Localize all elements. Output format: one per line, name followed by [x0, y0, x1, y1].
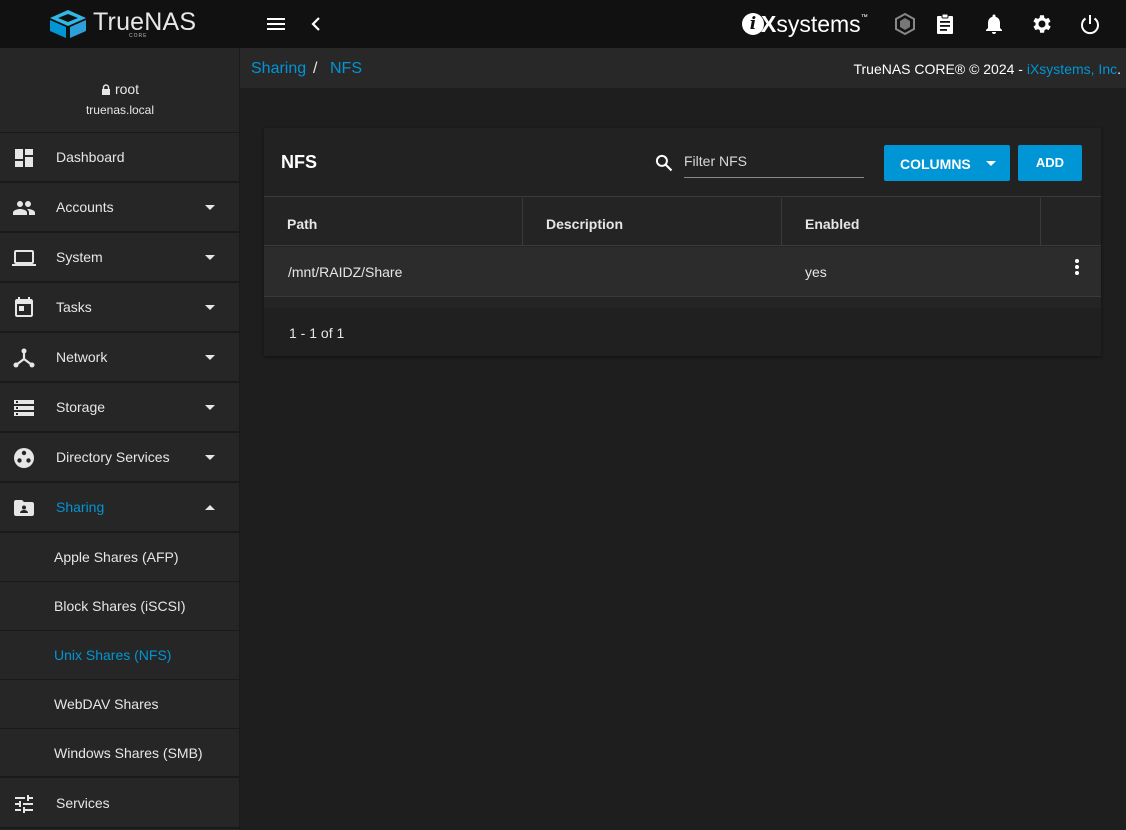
breadcrumb: Sharing / NFS TrueNAS CORE® © 2024 - iXs… [240, 48, 1126, 88]
column-header-path[interactable]: Path [264, 198, 523, 246]
add-button-label: ADD [1035, 155, 1065, 170]
sidebar-subitem-webdav[interactable]: WebDAV Shares [0, 680, 239, 729]
menu-icon[interactable] [264, 12, 288, 36]
user-name-row: root [0, 81, 240, 97]
column-header-enabled[interactable]: Enabled [782, 198, 1041, 246]
truecommand-icon[interactable] [893, 12, 917, 36]
sidebar-subitem-label: WebDAV Shares [54, 696, 159, 712]
column-header-label: Description [546, 216, 624, 232]
truenas-logo-mark-icon [50, 10, 86, 38]
truenas-logo[interactable]: TrueNAS CORE [0, 0, 240, 48]
chevron-down-icon [205, 404, 215, 410]
sidebar-item-label: Sharing [56, 499, 105, 515]
logo-subtitle: CORE [129, 33, 148, 39]
directory-icon [14, 448, 34, 468]
search-icon [655, 154, 673, 172]
chevron-down-icon [205, 354, 215, 360]
columns-button[interactable]: COLUMNS [884, 145, 1010, 181]
ix-x-mark: X [761, 10, 777, 37]
sidebar-item-dashboard[interactable]: Dashboard [0, 133, 239, 183]
copyright-suffix: . [1117, 61, 1121, 77]
settings-gear-icon[interactable] [1030, 12, 1054, 36]
top-toolbar: TrueNAS CORE i X systems ™ [0, 0, 1126, 48]
chevron-down-icon [205, 304, 215, 310]
network-icon [13, 348, 35, 368]
sidebar-item-network[interactable]: Network [0, 333, 239, 383]
sidebar-subitem-label: Apple Shares (AFP) [54, 549, 179, 565]
storage-icon [14, 400, 34, 416]
column-header-label: Enabled [805, 216, 860, 232]
breadcrumb-sharing-link[interactable]: Sharing [251, 60, 306, 78]
sidebar-item-label: Accounts [56, 199, 114, 215]
table-pager: 1 - 1 of 1 [264, 308, 1101, 356]
calendar-icon [15, 297, 33, 317]
sidebar-subitem-smb[interactable]: Windows Shares (SMB) [0, 729, 239, 778]
chevron-up-icon [205, 504, 215, 510]
sidebar-item-label: Services [56, 795, 110, 811]
breadcrumb-separator: / [313, 60, 318, 77]
shared-folder-icon [14, 500, 34, 516]
chevron-down-icon [986, 161, 996, 166]
pager-range: 1 - 1 of 1 [289, 325, 345, 341]
add-button[interactable]: ADD [1018, 145, 1082, 181]
sidebar-item-label: Tasks [56, 299, 92, 315]
card-title: NFS [281, 152, 317, 172]
sidebar: root truenas.local Dashboard Accounts Sy… [0, 48, 240, 830]
column-header-description[interactable]: Description [523, 198, 782, 246]
chevron-down-icon [205, 454, 215, 460]
accounts-icon [13, 201, 35, 215]
tune-icon [15, 795, 33, 813]
notifications-bell-icon[interactable] [982, 12, 1006, 36]
back-chevron-icon[interactable] [304, 12, 328, 36]
laptop-icon [12, 250, 36, 266]
filter-input[interactable] [684, 147, 864, 175]
sidebar-item-label: Storage [56, 399, 106, 415]
ixsystems-link[interactable]: iXsystems, Inc [1027, 61, 1117, 77]
sidebar-item-storage[interactable]: Storage [0, 383, 239, 433]
dashboard-icon [15, 149, 33, 167]
sidebar-subitem-afp[interactable]: Apple Shares (AFP) [0, 533, 239, 582]
sidebar-item-label: Dashboard [56, 149, 125, 165]
sidebar-subitem-nfs[interactable]: Unix Shares (NFS) [0, 631, 239, 680]
user-block: root truenas.local [0, 48, 239, 133]
columns-button-label: COLUMNS [900, 156, 971, 172]
cell-enabled: yes [805, 264, 827, 280]
filter-field [684, 147, 864, 178]
sidebar-item-label: Network [56, 349, 108, 365]
nfs-card: NFS COLUMNS ADD Path Description Enabled… [264, 128, 1101, 356]
more-vert-icon[interactable] [1075, 259, 1079, 275]
table-row[interactable]: /mnt/RAIDZ/Share yes [264, 247, 1101, 297]
chevron-down-icon [205, 254, 215, 260]
power-icon[interactable] [1078, 12, 1102, 36]
lock-icon [101, 84, 110, 95]
sidebar-item-tasks[interactable]: Tasks [0, 283, 239, 333]
ix-trademark: ™ [860, 14, 868, 21]
sidebar-subitem-label: Windows Shares (SMB) [54, 744, 203, 761]
chevron-down-icon [205, 204, 215, 210]
column-header-label: Path [287, 216, 318, 232]
user-name: root [114, 81, 140, 97]
sidebar-item-directory-services[interactable]: Directory Services [0, 433, 239, 483]
table-header: Path Description Enabled [264, 198, 1101, 246]
sidebar-item-services[interactable]: Services [0, 779, 239, 829]
cell-path: /mnt/RAIDZ/Share [288, 264, 403, 280]
sidebar-item-label: Directory Services [56, 449, 170, 465]
ix-systems-word: systems [776, 10, 861, 37]
sidebar-item-label: System [56, 249, 103, 265]
sidebar-subitem-label: Block Shares (iSCSI) [54, 598, 186, 614]
sidebar-item-accounts[interactable]: Accounts [0, 183, 239, 233]
card-header: NFS COLUMNS ADD [264, 128, 1101, 197]
copyright-text: TrueNAS CORE® © 2024 - [853, 61, 1027, 77]
copyright: TrueNAS CORE® © 2024 - iXsystems, Inc. [853, 61, 1121, 77]
hostname: truenas.local [85, 103, 155, 117]
sidebar-item-sharing[interactable]: Sharing [0, 483, 239, 533]
sidebar-subitem-iscsi[interactable]: Block Shares (iSCSI) [0, 582, 239, 631]
ixsystems-logo[interactable]: i X systems ™ [742, 10, 868, 38]
sidebar-item-system[interactable]: System [0, 233, 239, 283]
sidebar-subitem-label: Unix Shares (NFS) [54, 647, 172, 663]
tasks-clipboard-icon[interactable] [933, 12, 957, 36]
breadcrumb-current: NFS [330, 60, 362, 77]
